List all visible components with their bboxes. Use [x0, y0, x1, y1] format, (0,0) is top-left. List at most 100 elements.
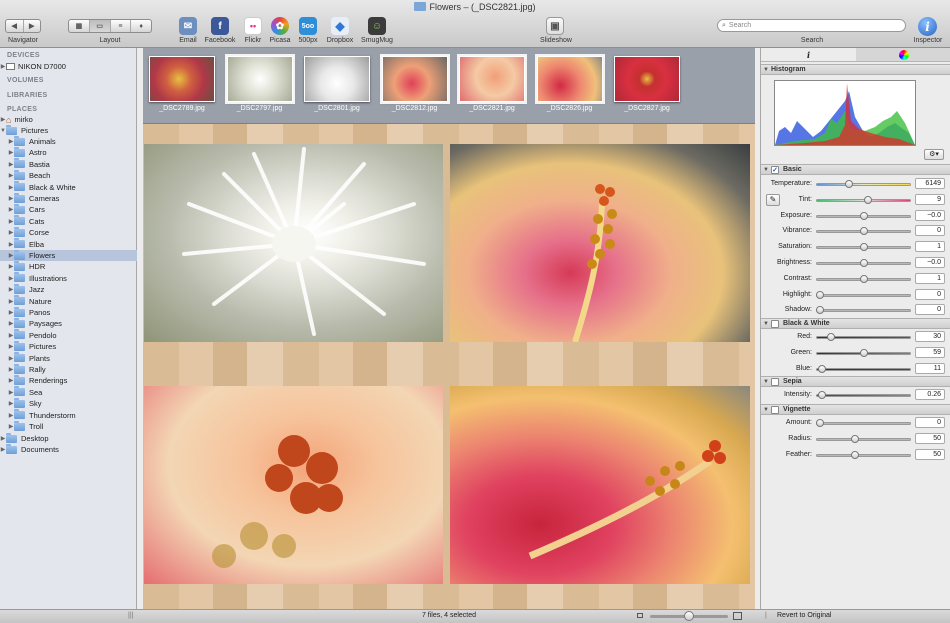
tab-info[interactable]: i	[761, 48, 856, 61]
revert-to-original-button[interactable]: Revert to Original	[777, 612, 831, 619]
slider-knob[interactable]	[859, 259, 868, 267]
adjustment-value-field[interactable]: 0	[915, 225, 945, 237]
photo-dsc2797[interactable]	[144, 144, 443, 342]
adjustment-slider[interactable]	[816, 293, 911, 297]
adjustment-value-field[interactable]: 9	[915, 193, 945, 205]
adjustment-value-field[interactable]: 0	[915, 304, 945, 316]
sidebar-item-folder[interactable]: ▶ Pictures	[0, 340, 137, 352]
slider-knob[interactable]	[850, 434, 859, 443]
sidebar-item-folder[interactable]: ▶ Rally	[0, 363, 137, 375]
adjustment-slider[interactable]	[816, 422, 911, 425]
disclosure-triangle-icon[interactable]: ▼	[761, 379, 771, 385]
sidebar-item-folder[interactable]: ▶ Beach	[0, 169, 137, 181]
adjustment-value-field[interactable]: 0	[915, 288, 945, 300]
flickr-share-button[interactable]: ••	[244, 17, 262, 35]
adjustment-slider[interactable]	[816, 367, 911, 371]
adjustment-value-field[interactable]: −0.0	[915, 209, 945, 221]
filmstrip-thumbnail[interactable]	[224, 54, 295, 104]
grid-layout-button[interactable]: ▦	[69, 20, 90, 32]
resize-handle-icon[interactable]: |||	[128, 612, 133, 619]
email-share-button[interactable]: ✉	[179, 17, 197, 35]
filmstrip-thumbnail[interactable]	[534, 54, 605, 104]
filmstrip-thumbnail[interactable]	[304, 56, 370, 102]
thumbnail-size-knob[interactable]	[684, 611, 694, 621]
adjustment-value-field[interactable]: 50	[915, 448, 945, 460]
facebook-share-button[interactable]: f	[211, 17, 229, 35]
sidebar-item-folder[interactable]: ▶ HDR	[0, 260, 137, 272]
sidebar-item-folder[interactable]: ▶ Plants	[0, 352, 137, 364]
sidebar-item-folder[interactable]: ▶ Paysages	[0, 317, 137, 329]
search-field[interactable]: ⌕ Search	[717, 19, 906, 32]
sidebar-item-folder[interactable]: ▶ Black & White	[0, 181, 137, 193]
photo-dsc2812[interactable]	[450, 144, 750, 342]
adjustment-value-field[interactable]: 1	[915, 241, 945, 253]
picasa-share-button[interactable]: ✿	[271, 17, 289, 35]
sidebar-item-folder[interactable]: ▶ Animals	[0, 135, 137, 147]
adjustment-value-field[interactable]: 30	[915, 331, 945, 342]
filmstrip-thumbnail[interactable]	[457, 54, 527, 104]
500px-share-button[interactable]: 5oo	[299, 17, 317, 35]
sidebar-item-folder[interactable]: ▶ Jazz	[0, 283, 137, 295]
eyedropper-button[interactable]: ✎	[766, 194, 780, 206]
slider-knob[interactable]	[844, 180, 853, 188]
adjustment-value-field[interactable]: 0.26	[915, 389, 945, 400]
slider-knob[interactable]	[817, 364, 826, 373]
histogram-header[interactable]: ▼ Histogram	[761, 64, 950, 75]
slider-knob[interactable]	[859, 243, 868, 252]
sidebar-item-folder[interactable]: ▶ Nature	[0, 295, 137, 307]
filmstrip-layout-button[interactable]: ▭	[89, 20, 111, 32]
inspector-button[interactable]: i	[918, 17, 937, 36]
vignette-checkbox[interactable]	[771, 405, 779, 414]
slideshow-button[interactable]: ▣	[546, 17, 564, 35]
list-layout-button[interactable]: ≡	[111, 20, 132, 32]
slider-knob[interactable]	[859, 211, 868, 220]
forward-button[interactable]: ▶	[24, 20, 41, 32]
vignette-header[interactable]: ▼ Vignette	[761, 404, 950, 415]
filmstrip-thumbnail[interactable]	[614, 56, 680, 102]
bw-checkbox[interactable]	[771, 319, 779, 328]
sidebar-item-folder[interactable]: ▶ Pendolo	[0, 329, 137, 341]
map-layout-button[interactable]: ♦	[131, 20, 151, 32]
sepia-header[interactable]: ▼ Sepia	[761, 376, 950, 387]
bw-header[interactable]: ▼ Black & White	[761, 318, 950, 329]
basic-checkbox[interactable]: ✓	[771, 165, 779, 174]
histogram-options-button[interactable]: ⚙▾	[924, 149, 944, 160]
basic-header[interactable]: ▼ ✓ Basic	[761, 164, 950, 175]
sidebar-item-pictures[interactable]: ▼ Pictures	[0, 124, 137, 136]
sidebar-item-folder[interactable]: ▶ Flowers	[0, 249, 137, 261]
sidebar-item-folder[interactable]: ▶ Desktop	[0, 432, 137, 444]
adjustment-slider[interactable]	[816, 453, 911, 457]
adjustment-value-field[interactable]: 11	[915, 362, 945, 374]
disclosure-triangle-icon[interactable]: ▼	[761, 407, 771, 413]
sidebar-item-folder[interactable]: ▶ Illustrations	[0, 272, 137, 284]
sidebar-item-folder[interactable]: ▶ Sky	[0, 397, 137, 409]
sidebar-item-folder[interactable]: ▶ Cats	[0, 215, 137, 227]
disclosure-triangle-icon[interactable]: ▼	[761, 321, 771, 327]
sidebar-item-folder[interactable]: ▶ Troll	[0, 420, 137, 432]
smugmug-share-button[interactable]: ☺	[368, 17, 386, 35]
adjustment-slider[interactable]	[816, 183, 911, 186]
adjustment-value-field[interactable]: 0	[915, 417, 945, 428]
sidebar-item-folder[interactable]: ▶ Panos	[0, 306, 137, 318]
adjustment-value-field[interactable]: −0.0	[915, 257, 945, 268]
photo-dsc2826[interactable]	[450, 386, 750, 584]
disclosure-triangle-icon[interactable]: ▼	[761, 67, 771, 73]
filmstrip-thumbnail[interactable]	[149, 56, 215, 102]
slider-knob[interactable]	[816, 419, 824, 427]
sidebar-item-folder[interactable]: ▶ Documents	[0, 443, 137, 455]
sidebar-item-folder[interactable]: ▶ Corse	[0, 226, 137, 238]
adjustment-slider[interactable]	[816, 437, 911, 441]
adjustment-value-field[interactable]: 6149	[915, 178, 945, 189]
sidebar-item-folder[interactable]: ▶ Thunderstorm	[0, 409, 137, 421]
adjustment-value-field[interactable]: 1	[915, 272, 945, 284]
sidebar-item-folder[interactable]: ▶ Cameras	[0, 192, 137, 204]
slider-knob[interactable]	[859, 348, 868, 357]
slider-knob[interactable]	[859, 274, 868, 283]
slider-knob[interactable]	[816, 306, 824, 315]
sidebar-item-folder[interactable]: ▶ Sea	[0, 386, 137, 398]
sidebar-item-folder[interactable]: ▶ Elba	[0, 238, 137, 250]
resize-handle-icon[interactable]: |	[765, 612, 767, 619]
sidebar-item-device[interactable]: ▶ NIKON D7000	[0, 61, 137, 72]
slider-knob[interactable]	[817, 391, 826, 399]
sepia-checkbox[interactable]	[771, 377, 779, 386]
